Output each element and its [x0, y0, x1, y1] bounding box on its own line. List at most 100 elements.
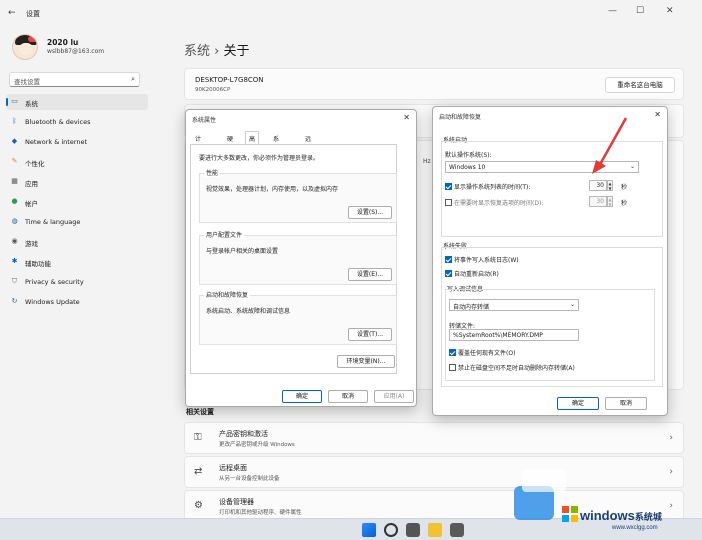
windows-logo-icon	[562, 506, 578, 522]
sidebar-item-gaming[interactable]: ◉ 游戏	[6, 234, 148, 250]
checkbox-checked[interactable]	[445, 256, 452, 263]
sidebar-item-time-language[interactable]: ◍ Time & language	[6, 214, 148, 230]
startup-recovery-settings-button[interactable]: 设置(T)...	[348, 328, 392, 341]
breadcrumb-root[interactable]: 系统	[184, 44, 210, 59]
tab-advanced[interactable]: 高级	[245, 131, 260, 152]
sidebar-item-personalization[interactable]: ✎ 个性化	[6, 154, 148, 170]
bluetooth-icon: ᛒ	[12, 117, 17, 125]
environment-variables-button[interactable]: 环境变量(N)...	[337, 355, 395, 368]
close-icon[interactable]: ✕	[403, 113, 410, 122]
admin-note: 要进行大多数更改，你必须作为管理员登录。	[199, 155, 320, 162]
checkbox-label: 显示操作系统列表的时间(T):	[454, 184, 531, 191]
search-input[interactable]: 查找设置 ⌕	[9, 72, 140, 87]
device-card: DESKTOP-L7G8CON 90K20006CP 重命名这台电脑	[184, 68, 684, 100]
sidebar-item-windows-update[interactable]: ↻ Windows Update	[6, 294, 148, 310]
related-item-product-key[interactable]: ⚿ 产品密钥和激活 更改产品密钥或升级 Windows ›	[184, 422, 684, 454]
select-value: Windows 10	[449, 164, 486, 171]
related-item-subtitle: 从另一台设备控制此设备	[219, 476, 280, 482]
settings-taskbar-icon[interactable]	[450, 523, 464, 537]
user-name: 2020 lu	[47, 38, 79, 47]
startup-recovery-dialog: 启动和故障恢复 ✕ 系统启动 默认操作系统(S): Windows 10 ⌄ 显…	[432, 106, 668, 416]
sidebar-item-label: Network & internet	[25, 138, 88, 146]
key-icon: ⚿	[194, 432, 202, 443]
dialog-title: 系统属性	[192, 117, 217, 124]
spin-buttons[interactable]: ▲ ▼	[607, 196, 613, 207]
group-title: 用户配置文件	[204, 230, 245, 239]
user-profiles-group: 用户配置文件 与登录帐户相关的桌面设置 设置(E)...	[199, 230, 397, 285]
tab-hardware[interactable]: 硬件	[224, 132, 236, 152]
checkbox-checked[interactable]	[449, 349, 456, 356]
gamepad-icon: ◉	[11, 237, 18, 245]
breadcrumb-separator: ›	[214, 44, 220, 59]
related-item-title: 设备管理器	[219, 498, 254, 506]
search-icon[interactable]: ⌕	[131, 75, 135, 84]
dialog-title: 启动和故障恢复	[439, 114, 482, 121]
performance-settings-button[interactable]: 设置(S)...	[348, 206, 392, 219]
tab-computer-name[interactable]: 计算机名	[192, 132, 204, 170]
task-view-icon[interactable]	[406, 523, 420, 537]
ok-button[interactable]: 确定	[282, 390, 322, 403]
close-button[interactable]: ✕	[666, 6, 674, 16]
write-log-checkbox[interactable]: 将事件写入系统日志(W)	[445, 255, 519, 264]
group-title: 启动和故障恢复	[204, 290, 251, 299]
group-title: 性能	[204, 168, 221, 177]
maximize-button[interactable]: ☐	[636, 6, 644, 16]
cancel-button[interactable]: 取消	[605, 397, 647, 410]
search-taskbar-icon[interactable]	[384, 523, 398, 537]
remote-icon: ⇄	[194, 466, 203, 477]
select-value: 自动内存转储	[453, 304, 490, 311]
apply-button[interactable]: 应用(A)	[374, 390, 414, 403]
debug-type-select[interactable]: 自动内存转储 ⌄	[449, 299, 579, 311]
checkbox-unchecked[interactable]	[449, 364, 456, 371]
page-title: 系统 › 关于	[184, 40, 250, 59]
close-icon[interactable]: ✕	[654, 110, 661, 119]
brush-icon: ✎	[11, 157, 18, 165]
sidebar-item-label: 游戏	[25, 240, 38, 248]
update-icon: ↻	[11, 297, 18, 305]
avatar[interactable]	[12, 34, 38, 60]
sidebar-item-apps[interactable]: ▦ 应用	[6, 174, 148, 190]
user-profiles-settings-button[interactable]: 设置(E)...	[348, 268, 392, 281]
sidebar-item-label: 系统	[25, 100, 38, 108]
auto-restart-checkbox[interactable]: 自动重新启动(R)	[445, 269, 499, 278]
disable-auto-delete-checkbox[interactable]: 禁止在磁盘空间不足时自动删除内存转储(A)	[449, 363, 575, 372]
checkbox-label: 禁止在磁盘空间不足时自动删除内存转储(A)	[458, 365, 575, 372]
sidebar-item-accounts[interactable]: ● 帐户	[6, 194, 148, 210]
watermark-url: www.wxclgg.com	[612, 525, 658, 531]
ok-button[interactable]: 确定	[557, 397, 599, 410]
checkbox-label: 在需要时显示恢复选项的时间(D):	[454, 200, 544, 207]
accessibility-icon: ✱	[11, 257, 18, 265]
sidebar-item-label: 帐户	[25, 200, 38, 208]
show-os-list-checkbox[interactable]: 显示操作系统列表的时间(T):	[445, 182, 530, 191]
chevron-right-icon: ›	[669, 501, 673, 511]
back-arrow-icon[interactable]: ←	[8, 8, 16, 18]
apps-icon: ▦	[11, 177, 18, 185]
file-explorer-icon[interactable]	[428, 523, 442, 537]
related-settings-title: 相关设置	[186, 408, 214, 416]
related-item-remote-desktop[interactable]: ⇄ 远程桌面 从另一台设备控制此设备 ›	[184, 456, 684, 488]
dump-file-input[interactable]: %SystemRoot%\MEMORY.DMP	[449, 329, 579, 341]
sidebar-item-privacy[interactable]: ⛉ Privacy & security	[6, 274, 148, 290]
cancel-button[interactable]: 取消	[328, 390, 368, 403]
checkbox-checked[interactable]	[445, 183, 452, 190]
tab-remote[interactable]: 远程	[302, 132, 314, 152]
spin-buttons[interactable]: ▲ ▼	[607, 180, 613, 191]
minimize-button[interactable]: —	[608, 6, 617, 16]
chevron-down-icon: ⌄	[569, 301, 575, 308]
checkbox-unchecked[interactable]	[445, 199, 452, 206]
sidebar-item-system[interactable]: ▭ 系统	[6, 94, 148, 110]
show-recovery-checkbox[interactable]: 在需要时显示恢复选项的时间(D):	[445, 198, 543, 207]
show-os-list-seconds[interactable]: 30	[589, 180, 607, 191]
related-item-subtitle: 打印机和其他驱动程序、硬件属性	[219, 510, 302, 516]
sidebar-item-network[interactable]: ◆ Network & internet	[6, 134, 148, 150]
tab-system-protection[interactable]: 系统保护	[270, 132, 282, 170]
start-icon[interactable]	[362, 523, 376, 537]
device-manager-icon: ⚙	[194, 500, 203, 511]
watermark-cn: 系统城	[634, 512, 662, 522]
checkbox-checked[interactable]	[445, 270, 452, 277]
sidebar-item-accessibility[interactable]: ✱ 辅助功能	[6, 254, 148, 270]
rename-pc-button[interactable]: 重命名这台电脑	[605, 77, 675, 93]
show-recovery-seconds[interactable]: 30	[589, 196, 607, 207]
overwrite-checkbox[interactable]: 覆盖任何现有文件(O)	[449, 348, 515, 357]
sidebar-item-bluetooth[interactable]: ᛒ Bluetooth & devices	[6, 114, 148, 130]
